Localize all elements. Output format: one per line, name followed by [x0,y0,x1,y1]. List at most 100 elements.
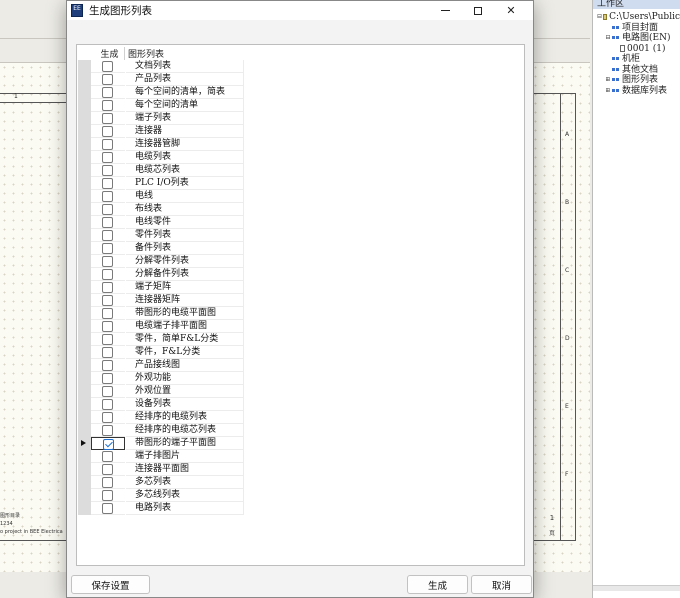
workspace-tree[interactable]: ⊟ C:\Users\Public 项目封面 ⊟ 电路图(EN) 0001 (1) 机柜 其他… [593,9,680,96]
generate-checkbox[interactable] [102,360,113,371]
table-row[interactable]: 分解备件列表 [78,268,244,281]
row-header-cell[interactable] [78,151,91,164]
row-header-cell[interactable] [78,229,91,242]
generate-checkbox[interactable] [102,321,113,332]
generate-checkbox[interactable] [102,217,113,228]
table-row[interactable]: 分解零件列表 [78,255,244,268]
table-row[interactable]: 电路列表 [78,502,244,515]
generate-checkbox[interactable] [102,100,113,111]
tree-toggle-icon[interactable]: ⊟ [605,33,611,44]
row-header-cell[interactable] [78,385,91,398]
table-row[interactable]: 零件列表 [78,229,244,242]
generate-cell[interactable] [91,437,125,450]
generate-cell[interactable] [91,190,125,203]
generate-cell[interactable] [91,151,125,164]
generate-button[interactable]: 生成 [407,575,468,594]
table-row[interactable]: 连接器矩阵 [78,294,244,307]
generate-checkbox[interactable] [102,243,113,254]
table-row[interactable]: 电缆芯列表 [78,164,244,177]
table-row[interactable]: 布线表 [78,203,244,216]
tree-node[interactable]: ⊟ C:\Users\Public [593,12,680,23]
generate-cell[interactable] [91,138,125,151]
row-header-cell[interactable] [78,411,91,424]
generate-cell[interactable] [91,333,125,346]
generate-checkbox[interactable] [102,503,113,514]
column-header-name[interactable]: 图形列表 [128,47,164,60]
table-row[interactable]: 电线 [78,190,244,203]
generate-checkbox[interactable] [102,295,113,306]
table-row[interactable]: 连接器管脚 [78,138,244,151]
generate-cell[interactable] [91,385,125,398]
tree-toggle-icon[interactable]: ⊞ [605,75,611,86]
generate-cell[interactable] [91,294,125,307]
row-header-cell[interactable] [78,502,91,515]
generate-cell[interactable] [91,177,125,190]
table-row[interactable]: PLC I/O列表 [78,177,244,190]
generate-checkbox[interactable] [102,204,113,215]
generate-cell[interactable] [91,255,125,268]
table-row[interactable]: 多芯列表 [78,476,244,489]
generate-cell[interactable] [91,307,125,320]
row-header-cell[interactable] [78,424,91,437]
row-header-cell[interactable] [78,255,91,268]
generate-checkbox[interactable] [102,126,113,137]
generate-cell[interactable] [91,125,125,138]
generate-checkbox[interactable] [102,425,113,436]
row-header-cell[interactable] [78,125,91,138]
generate-checkbox[interactable] [103,439,114,450]
generate-cell[interactable] [91,112,125,125]
table-row[interactable]: 外观位置 [78,385,244,398]
generate-cell[interactable] [91,73,125,86]
table-row[interactable]: 每个空间的清单 [78,99,244,112]
row-header-cell[interactable] [78,333,91,346]
generate-cell[interactable] [91,502,125,515]
generate-cell[interactable] [91,203,125,216]
generate-cell[interactable] [91,242,125,255]
generate-cell[interactable] [91,489,125,502]
tree-node[interactable]: 机柜 [593,54,680,65]
generate-checkbox[interactable] [102,373,113,384]
generate-checkbox[interactable] [102,113,113,124]
table-row[interactable]: 端子列表 [78,112,244,125]
minimize-button[interactable] [429,1,461,20]
row-header-cell[interactable] [78,203,91,216]
generate-cell[interactable] [91,424,125,437]
generate-checkbox[interactable] [102,477,113,488]
tree-node[interactable]: ⊞ 图形列表 [593,75,680,86]
table-row[interactable]: 端子排图片 [78,450,244,463]
row-header-cell[interactable] [78,216,91,229]
tree-node[interactable]: 其他文档 [593,65,680,76]
table-row[interactable]: 设备列表 [78,398,244,411]
row-header-cell[interactable] [78,177,91,190]
generate-checkbox[interactable] [102,490,113,501]
row-header-cell[interactable] [78,463,91,476]
dialog-titlebar[interactable]: EE 生成图形列表 ✕ [67,1,533,20]
generate-checkbox[interactable] [102,152,113,163]
generate-cell[interactable] [91,450,125,463]
generate-checkbox[interactable] [102,87,113,98]
row-header-cell[interactable] [78,450,91,463]
row-header-cell[interactable] [78,398,91,411]
row-header-cell[interactable] [78,112,91,125]
table-row[interactable]: 文档列表 [78,60,244,73]
generate-checkbox[interactable] [102,334,113,345]
generate-checkbox[interactable] [102,451,113,462]
generate-cell[interactable] [91,346,125,359]
table-row[interactable]: 电缆列表 [78,151,244,164]
tree-toggle-icon[interactable]: ⊞ [605,86,611,97]
table-row[interactable]: 经排序的电缆列表 [78,411,244,424]
generate-cell[interactable] [91,216,125,229]
generate-checkbox[interactable] [102,61,113,72]
table-row[interactable]: 零件，F&L分类 [78,346,244,359]
table-row[interactable]: 经排序的电缆芯列表 [78,424,244,437]
tree-node[interactable]: ⊟ 电路图(EN) [593,33,680,44]
row-header-cell[interactable] [78,281,91,294]
generate-cell[interactable] [91,60,125,73]
row-header-cell[interactable] [78,437,91,450]
table-row[interactable]: 产品列表 [78,73,244,86]
close-button[interactable]: ✕ [495,1,527,20]
row-header-cell[interactable] [78,307,91,320]
generate-checkbox[interactable] [102,74,113,85]
row-header-cell[interactable] [78,164,91,177]
column-header-generate[interactable]: 生成 [95,47,125,60]
